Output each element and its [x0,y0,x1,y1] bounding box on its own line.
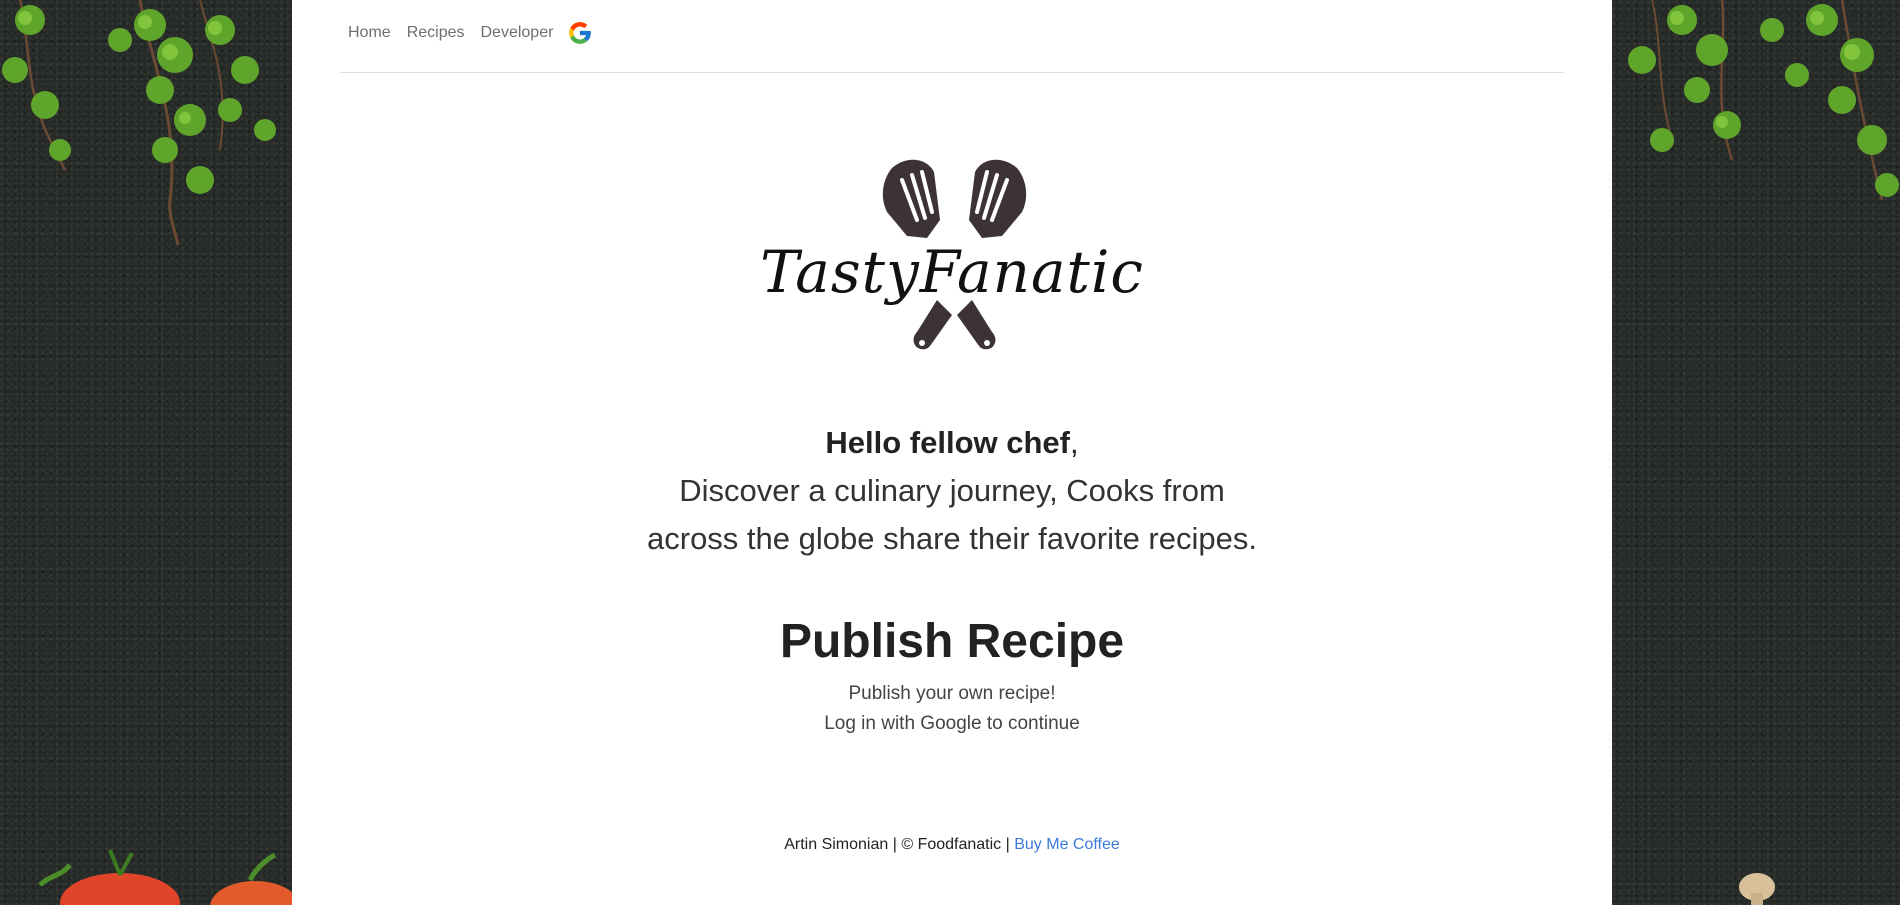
main-content: Home Recipes Developer TastyFanatic Hell… [292,0,1612,905]
footer: Artin Simonian | © Foodfanatic | Buy Me … [292,836,1612,854]
intro-line-1: Discover a culinary journey, Cooks from [679,473,1225,508]
top-navbar: Home Recipes Developer [340,0,1564,73]
nav-home-link[interactable]: Home [340,24,399,42]
tastyfanatic-logo: TastyFanatic [742,150,1162,360]
footer-text: Artin Simonian | © Foodfanatic | [784,836,1015,853]
left-background-panel [0,0,292,905]
ivy-decoration-left [2,0,276,246]
nav-developer-link[interactable]: Developer [473,24,562,42]
greeting-bold: Hello fellow chef [825,425,1070,460]
nav-recipes-link[interactable]: Recipes [399,24,473,42]
google-login-icon[interactable] [567,20,593,46]
login-prompt: Log in with Google to continue [824,713,1080,734]
right-background-panel [1612,0,1900,905]
ivy-decoration-right [1628,0,1899,201]
mushroom-decoration-right [1739,873,1775,905]
greeting-punct: , [1069,425,1079,460]
greeting-heading: Hello fellow chef, [292,425,1612,461]
publish-subtitle: Publish your own recipe! [848,683,1056,704]
intro-line-2: across the globe share their favorite re… [647,521,1257,556]
logo-text: TastyFanatic [760,238,1144,306]
buy-me-coffee-link[interactable]: Buy Me Coffee [1014,836,1120,853]
vegetables-decoration-left [38,849,292,905]
publish-recipe-title: Publish Recipe [779,615,1125,668]
